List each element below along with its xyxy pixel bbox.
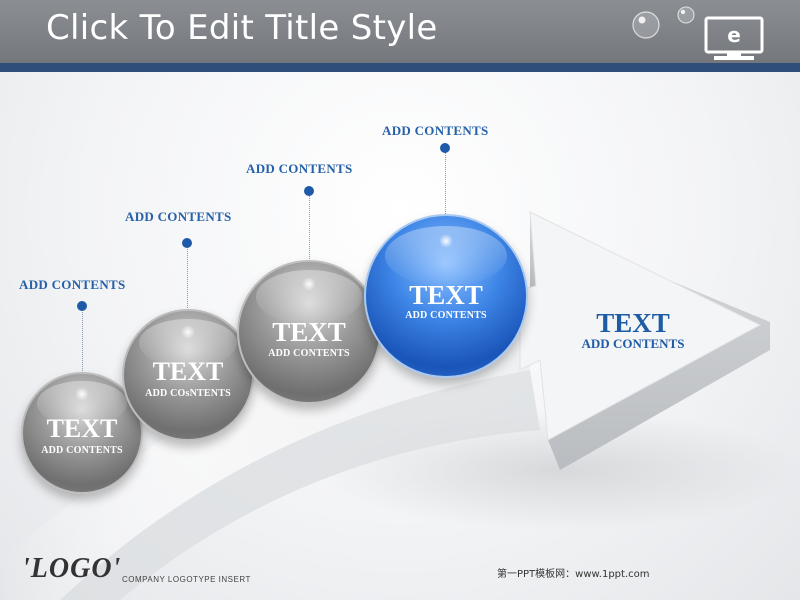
step-ball-title-2: TEXT <box>152 357 224 386</box>
step-dot-3 <box>304 186 314 196</box>
step-dot-1 <box>77 301 87 311</box>
arrow-subtitle[interactable]: ADD CONTENTS <box>560 336 706 352</box>
step-ball-title-1: TEXT <box>46 414 118 443</box>
leader-line-1 <box>82 310 83 375</box>
leader-line-2 <box>187 247 188 312</box>
step-ball-3[interactable]: TEXT ADD CONTENTS <box>237 260 381 404</box>
footer-website: 第一PPT模板网：www.1ppt.com <box>497 569 650 580</box>
step-dot-2 <box>182 238 192 248</box>
step-ball-title-4: TEXT <box>409 280 483 310</box>
step-dot-4 <box>440 143 450 153</box>
arrow-title[interactable]: TEXT <box>570 308 696 339</box>
leader-line-4 <box>445 152 446 216</box>
step-ball-4[interactable]: TEXT ADD CONTENTS <box>364 214 528 378</box>
leader-line-3 <box>309 195 310 261</box>
step-ball-sub-1: ADD CONTENTS <box>41 445 123 456</box>
step-ball-title-3: TEXT <box>272 317 346 347</box>
logo-tagline: COMPANY LOGOTYPE INSERT <box>122 575 251 584</box>
step-label-2[interactable]: ADD CONTENTS <box>125 209 232 225</box>
step-ball-sub-4: ADD CONTENTS <box>405 310 487 321</box>
step-label-3[interactable]: ADD CONTENTS <box>246 161 353 177</box>
step-ball-sub-2: ADD COsNTENTS <box>145 388 231 399</box>
step-label-4[interactable]: ADD CONTENTS <box>382 123 489 139</box>
step-ball-2[interactable]: TEXT ADD COsNTENTS <box>122 309 254 441</box>
step-ball-sub-3: ADD CONTENTS <box>268 348 350 359</box>
step-label-1[interactable]: ADD CONTENTS <box>19 277 126 293</box>
company-logo: 'LOGO' <box>22 553 122 584</box>
